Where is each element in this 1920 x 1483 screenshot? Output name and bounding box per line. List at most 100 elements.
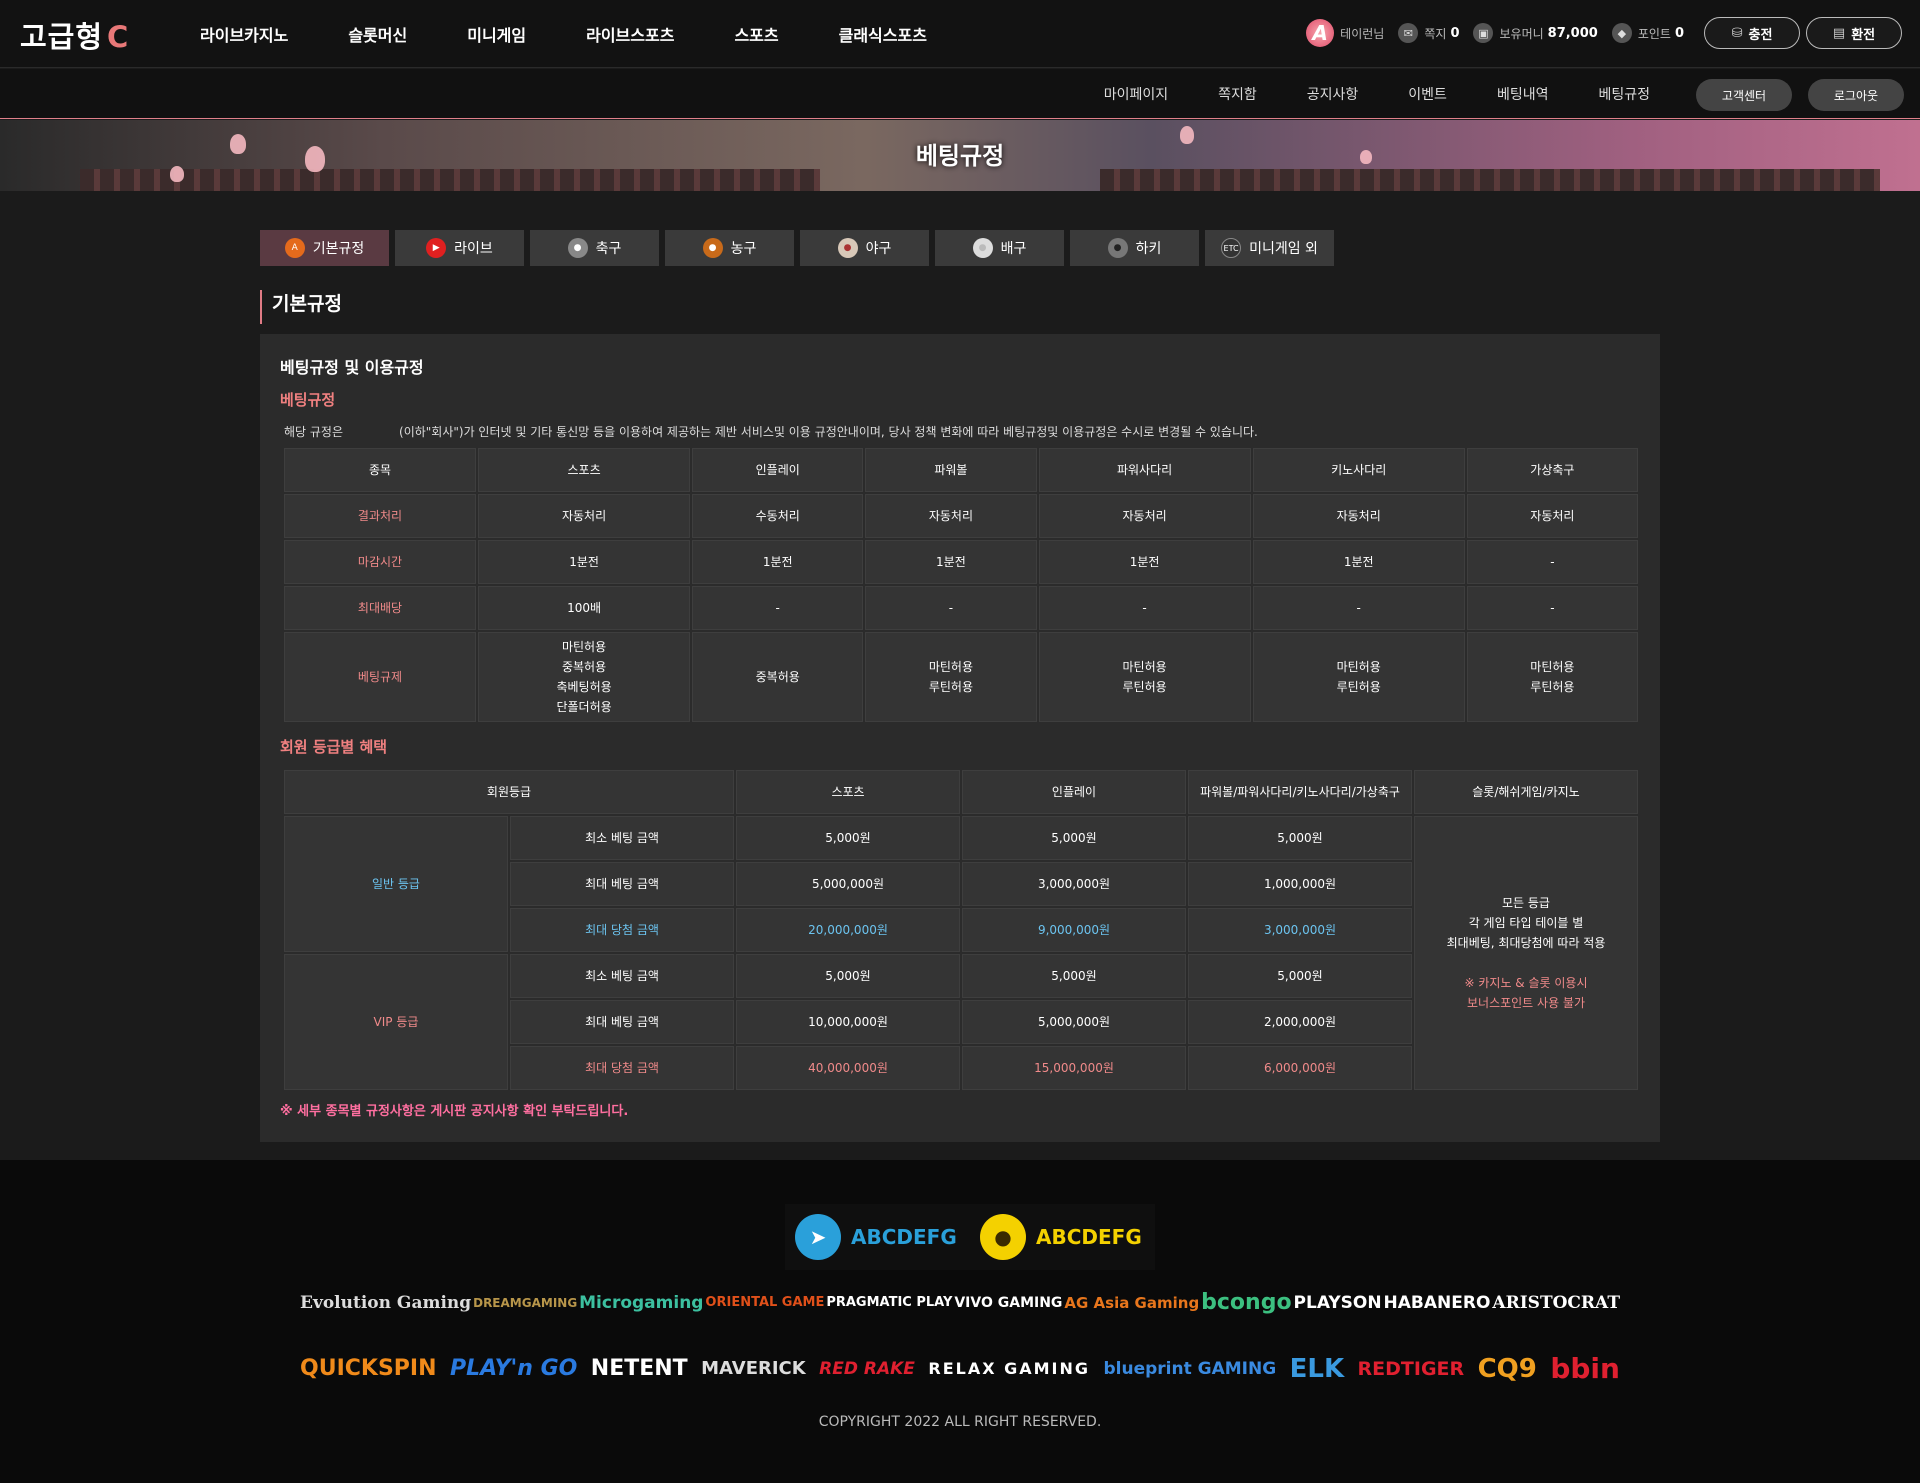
footnote: ※ 세부 종목별 규정사항은 게시판 공지사항 확인 부탁드립니다. [280,1104,629,1119]
support-button[interactable]: 고객센터 [1696,79,1792,111]
rules-description: 해당 규정은 (이하"회사")가 인터넷 및 기타 통신망 등을 이용하여 제공하… [284,423,1258,440]
tab-label: 미니게임 외 [1249,241,1318,257]
row-label: 최소 베팅 금액 [510,816,734,860]
basic-rule-icon: A [284,238,305,258]
row-label: 최대배당 [284,586,476,630]
wallet-icon: ▣ [1473,23,1494,43]
tab-label: 기본규정 [312,241,365,257]
note-line: 최대베팅, 최대당첨에 따라 적용 [1446,936,1606,950]
brand-logo: bcongo [1201,1290,1292,1315]
logout-button[interactable]: 로그아웃 [1808,79,1904,111]
table-cell: 자동처리 [1252,494,1465,538]
brand-logo: ARISTOCRAT [1492,1292,1620,1313]
brand-logo: ELK [1289,1353,1345,1384]
row-label: 최대 당첨 금액 [510,1046,734,1090]
brand-logo: NETENT [590,1356,688,1381]
tab-minigame-etc[interactable]: ETC 미니게임 외 [1205,230,1334,266]
row-label: 최대 당첨 금액 [510,908,734,952]
brand-logo: VIVO GAMING [954,1294,1063,1311]
nav-classic-sports[interactable]: 클래식스포츠 [839,22,927,46]
nav-slot[interactable]: 슬롯머신 [348,22,407,46]
coin-icon: ⛁ [1731,25,1743,41]
sub-nav: 마이페이지 쪽지함 공지사항 이벤트 베팅내역 베팅규정 [1054,69,1650,119]
subnav-bet-history[interactable]: 베팅내역 [1497,84,1549,104]
table-cell: 1분전 [1252,540,1465,584]
warn-line: 보너스포인트 사용 불가 [1466,996,1586,1010]
table-cell: 마틴허용 루틴허용 [1466,632,1638,722]
grade-general-label: 일반 등급 [284,816,508,952]
table-header: 파워볼/파워사다리/키노사다리/가상축구 [1188,770,1412,814]
telegram-contact[interactable]: ➤ ABCDEFG [785,1204,970,1270]
subnav-mypage[interactable]: 마이페이지 [1104,84,1168,104]
tab-volleyball[interactable]: ● 배구 [935,230,1064,266]
withdraw-button[interactable]: ▤ 환전 [1806,17,1902,49]
brand-logo: bbin [1550,1352,1620,1385]
table-cell: 20,000,000원 [736,908,960,952]
tab-label: 배구 [1000,241,1027,257]
brand-logo: HABANERO [1383,1292,1491,1313]
table-header-row: 회원등급 스포츠 인플레이 파워볼/파워사다리/키노사다리/가상축구 슬롯/해쉬… [284,770,1638,814]
table-cell: 9,000,000원 [962,908,1186,952]
subnav-bet-rules[interactable]: 베팅규정 [1598,84,1650,104]
grade-vip-label: VIP 등급 [284,954,508,1090]
tab-hockey[interactable]: ● 하키 [1070,230,1199,266]
tab-live[interactable]: ▶ 라이브 [395,230,524,266]
cell-line: 마틴허용 [928,660,973,674]
table-cell: - [865,586,1037,630]
row-label: 베팅규제 [284,632,476,722]
soccer-ball-icon: ● [567,238,588,258]
nav-sports[interactable]: 스포츠 [734,22,778,46]
row-label: 결과처리 [284,494,476,538]
table-cell: 15,000,000원 [962,1046,1186,1090]
table-cell: - [1466,586,1638,630]
withdraw-label: 환전 [1851,27,1876,43]
tab-soccer[interactable]: ● 축구 [530,230,659,266]
grade-benefit-table: 회원등급 스포츠 인플레이 파워볼/파워사다리/키노사다리/가상축구 슬롯/해쉬… [282,768,1640,1092]
table-cell: 5,000원 [1188,954,1412,998]
nav-live-sports[interactable]: 라이브스포츠 [586,22,674,46]
table-row: 베팅규제 마틴허용 중복허용 축베팅허용 단폴더허용 중복허용 마틴허용 루틴허용… [284,632,1638,722]
deposit-button[interactable]: ⛁ 충전 [1704,17,1800,49]
table-header: 회원등급 [284,770,734,814]
site-logo[interactable]: 고급형 C [20,14,129,56]
table-cell: 3,000,000원 [962,862,1186,906]
nav-live-casino[interactable]: 라이브카지노 [200,22,288,46]
brand-logo: AG Asia Gaming [1064,1293,1200,1312]
cell-line: 루틴허용 [928,680,973,694]
subnav-notice[interactable]: 공지사항 [1307,84,1359,104]
tab-baseball[interactable]: ● 야구 [800,230,929,266]
subnav-messages[interactable]: 쪽지함 [1218,84,1257,104]
table-cell: 1분전 [1038,540,1251,584]
table-header: 키노사다리 [1252,448,1465,492]
top-header: 고급형 C 라이브카지노 슬롯머신 미니게임 라이브스포츠 스포츠 클래식스포츠 … [0,0,1920,68]
warn-line: ※ 카지노 & 슬롯 이용시 [1464,976,1588,990]
point-value: 0 [1674,25,1684,41]
cash-icon: ▤ [1832,25,1846,41]
table-header: 스포츠 [736,770,960,814]
page-banner: 베팅규정 [0,120,1920,191]
table-header: 슬롯/해쉬게임/카지노 [1414,770,1638,814]
brand-logo: PLAYSON [1293,1292,1382,1313]
row-label: 최소 베팅 금액 [510,954,734,998]
cell-line: 마틴허용 [1530,660,1575,674]
section-title: 기본규정 [260,290,342,324]
tab-basic[interactable]: A 기본규정 [260,230,389,266]
table-cell: 마틴허용 루틴허용 [1038,632,1251,722]
table-row: 마감시간 1분전 1분전 1분전 1분전 1분전 - [284,540,1638,584]
bet-rules-subheading: 베팅규정 [280,391,336,409]
desc-prefix: 해당 규정은 [284,425,344,439]
cell-line: 중복허용 [561,660,607,674]
kakao-contact[interactable]: ● ABCDEFG [970,1204,1155,1270]
provider-logos-row-2: QUICKSPIN PLAY'n GO NETENT MAVERICK RED … [300,1352,1620,1385]
table-cell: 5,000원 [1188,816,1412,860]
table-row: 결과처리 자동처리 수동처리 자동처리 자동처리 자동처리 자동처리 [284,494,1638,538]
tab-label: 야구 [865,241,892,257]
nav-minigame[interactable]: 미니게임 [467,22,526,46]
logo-text: 고급형 [20,20,104,54]
table-header: 파워사다리 [1038,448,1251,492]
brand-logo: QUICKSPIN [300,1356,437,1381]
subnav-event[interactable]: 이벤트 [1408,84,1447,104]
message-icon[interactable]: ✉ [1398,23,1419,43]
tab-basketball[interactable]: ● 농구 [665,230,794,266]
note-line: 각 게임 타입 테이블 별 [1468,916,1584,930]
